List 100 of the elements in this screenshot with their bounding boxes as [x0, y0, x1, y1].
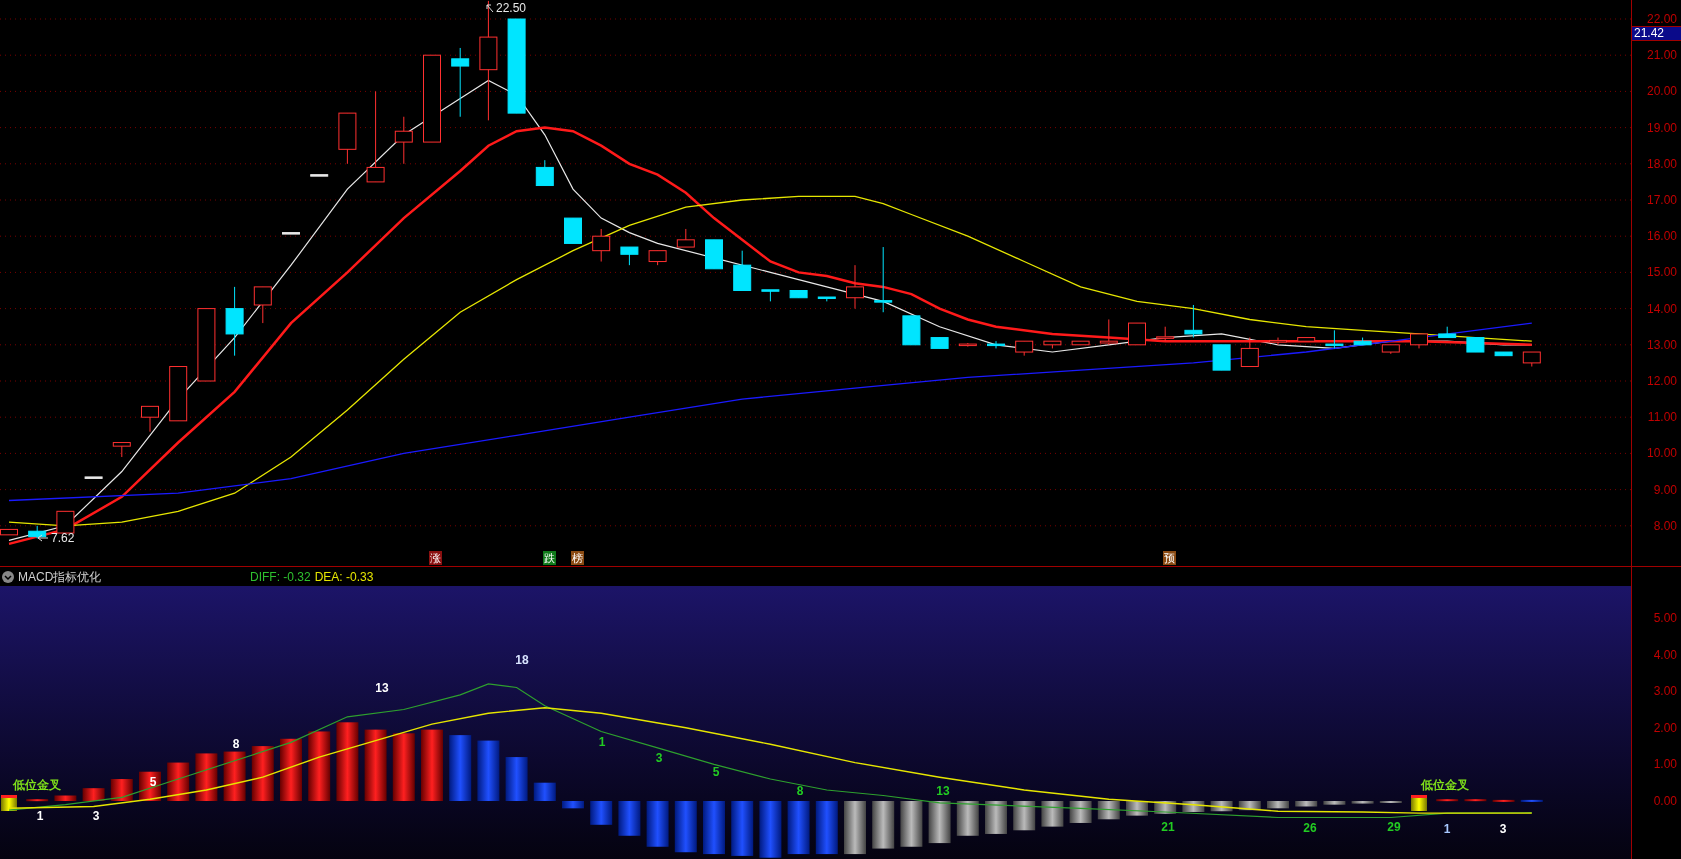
signal-label: 3	[655, 751, 663, 765]
candlestick	[535, 159, 554, 186]
price-axis-label: 10.00	[1646, 446, 1677, 461]
signal-label: 5	[149, 775, 157, 789]
candlestick	[705, 239, 723, 270]
histogram-bar	[82, 788, 105, 801]
signal-tag: 跌	[543, 551, 556, 565]
candlestick	[1071, 340, 1090, 346]
candlestick	[451, 47, 470, 118]
histogram-bar	[195, 753, 218, 801]
candlestick	[1410, 333, 1428, 349]
signal-label: 26	[1303, 821, 1317, 835]
macd-axis-label: 2.00	[1653, 720, 1677, 735]
price-axis-label: 22.00	[1646, 12, 1677, 26]
candlestick	[1156, 326, 1175, 342]
candlestick	[676, 228, 695, 248]
histogram-bar	[590, 801, 613, 825]
histogram-bar	[562, 801, 584, 809]
histogram-bar	[928, 801, 951, 844]
candlestick	[253, 286, 272, 324]
histogram-bar	[223, 751, 246, 801]
price-axis-label: 17.00	[1646, 193, 1677, 207]
histogram-bar	[1238, 801, 1261, 811]
candlestick	[846, 264, 864, 310]
indicator-name[interactable]: MACD指标优化	[18, 567, 246, 586]
histogram-bar	[1267, 801, 1289, 809]
dropdown-icon[interactable]	[2, 570, 14, 583]
macd-axis-label: 4.00	[1653, 647, 1677, 662]
cross-marker	[1411, 795, 1427, 811]
candlestick	[1297, 337, 1316, 342]
signal-label: 29	[1387, 820, 1401, 834]
signal-label: 1	[1443, 822, 1451, 836]
candlestick	[1184, 304, 1203, 339]
histogram-bar	[167, 762, 190, 801]
candlestick	[1438, 326, 1457, 339]
signal-label: 21	[1161, 820, 1175, 834]
macd-axis-label: 1.00	[1653, 757, 1677, 772]
price-axis-label: 15.00	[1646, 265, 1677, 280]
candlestick	[1466, 337, 1485, 353]
histogram-bar	[1013, 801, 1036, 831]
histogram-bar	[646, 801, 669, 847]
signal-label: 18	[515, 653, 529, 667]
histogram-bar	[505, 757, 528, 801]
histogram-bar	[872, 801, 895, 849]
signal-label: 13	[936, 784, 950, 798]
candlestick	[1269, 337, 1287, 346]
histogram-bar	[1492, 799, 1515, 802]
candlestick	[310, 174, 329, 177]
signal-label: 1	[36, 809, 44, 823]
histogram-bar	[477, 740, 500, 801]
histogram-bar	[421, 729, 443, 801]
candlestick	[817, 296, 836, 302]
histogram-bar	[1351, 801, 1374, 804]
histogram-bar	[1436, 799, 1459, 802]
histogram-bar	[1210, 801, 1233, 812]
price-axis-label: 20.00	[1646, 84, 1677, 99]
candlestick	[169, 366, 188, 422]
histogram-bar	[787, 801, 810, 855]
histogram-bar	[280, 738, 302, 801]
candlestick	[620, 246, 639, 266]
price-axis-label: 11.00	[1647, 410, 1677, 425]
dea-value: DEA: -0.33	[314, 568, 374, 586]
candlestick	[28, 525, 47, 539]
histogram-bar	[844, 801, 866, 855]
candlestick	[987, 340, 1005, 349]
histogram-bar	[392, 733, 415, 801]
histogram-bar	[703, 801, 725, 855]
price-axis-label: 9.00	[1653, 482, 1677, 497]
histogram-bar	[1323, 801, 1346, 805]
histogram-bar	[54, 795, 77, 801]
candlestick	[1381, 344, 1400, 355]
candlestick	[1325, 329, 1344, 349]
histogram-bar	[1295, 801, 1318, 807]
histogram-bar	[731, 801, 754, 856]
histogram-bar	[308, 731, 331, 801]
price-axis-label: 8.00	[1653, 518, 1677, 533]
candlestick	[1494, 351, 1513, 357]
signal-label: 低位金叉	[1421, 778, 1469, 792]
price-axis-label: 18.00	[1646, 156, 1677, 171]
macd-axis-label: 5.00	[1653, 611, 1677, 625]
histogram-bar	[759, 801, 782, 858]
candlestick	[564, 217, 582, 244]
histogram-bar	[1069, 801, 1092, 823]
candlestick	[761, 289, 780, 302]
signal-label: 13	[375, 681, 389, 695]
candlestick	[1128, 322, 1146, 346]
histogram-bar	[674, 801, 697, 853]
histogram-bar	[985, 801, 1007, 834]
histogram-bar	[900, 801, 923, 847]
candlestick	[225, 286, 244, 357]
signal-label: 3	[1499, 822, 1507, 836]
candlestick	[84, 476, 103, 479]
current-price-badge: 21.42	[1632, 26, 1681, 41]
candlestick	[282, 232, 300, 235]
candlestick	[1353, 337, 1372, 346]
histogram-bar	[1464, 799, 1487, 802]
candlestick	[902, 315, 921, 346]
histogram-bar	[1041, 801, 1064, 827]
histogram-bar	[956, 801, 979, 836]
candlestick	[789, 290, 808, 299]
